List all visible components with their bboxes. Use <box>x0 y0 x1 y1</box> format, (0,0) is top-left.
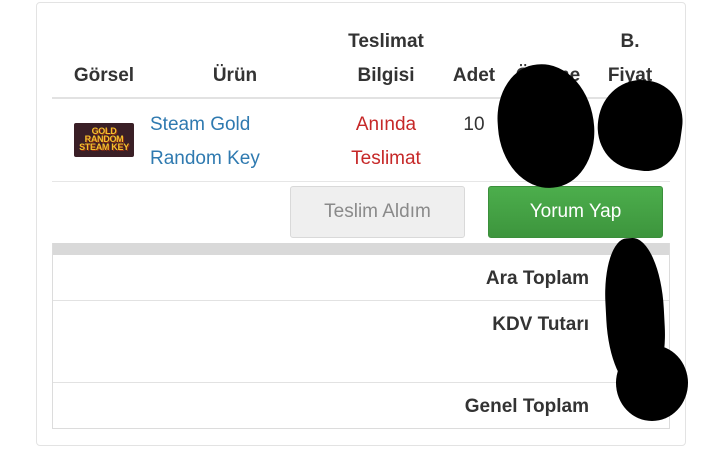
subtotal-label: Ara Toplam <box>485 268 589 289</box>
header-delivery-line1: Teslimat <box>348 31 424 52</box>
grand-total-label: Genel Toplam <box>464 396 589 417</box>
totals-top-bar <box>53 243 669 255</box>
redaction-mark <box>616 345 688 421</box>
received-button[interactable]: Teslim Aldım <box>290 186 465 238</box>
header-unit-price-line1: B. <box>620 31 640 52</box>
product-name-line1: Steam Gold <box>150 114 251 135</box>
delivery-status-line2: Teslimat <box>351 148 421 169</box>
product-thumbnail[interactable]: GOLD RANDOM STEAM KEY <box>74 123 134 157</box>
header-delivery-info: Teslimat Bilgisi <box>330 25 442 93</box>
header-image: Görsel <box>73 65 135 86</box>
review-button[interactable]: Yorum Yap <box>488 186 663 238</box>
quantity-value: 10 <box>463 114 485 135</box>
delivery-status: Anında Teslimat <box>330 108 442 176</box>
row-divider <box>52 181 670 182</box>
delivery-status-line1: Anında <box>355 114 417 135</box>
header-quantity: Adet <box>452 65 496 86</box>
totals-table: Ara Toplam KDV Tutarı Genel Toplam <box>52 243 670 429</box>
header-product: Ürün <box>212 65 258 86</box>
thumbnail-logo-text: GOLD RANDOM STEAM KEY <box>79 126 129 152</box>
product-name-line2: Random Key <box>150 148 260 169</box>
totals-divider <box>53 382 669 383</box>
product-link[interactable]: Steam Gold Random Key <box>150 108 310 176</box>
vat-label: KDV Tutarı <box>492 314 589 335</box>
totals-divider <box>53 300 669 301</box>
header-delivery-line2: Bilgisi <box>357 65 415 86</box>
